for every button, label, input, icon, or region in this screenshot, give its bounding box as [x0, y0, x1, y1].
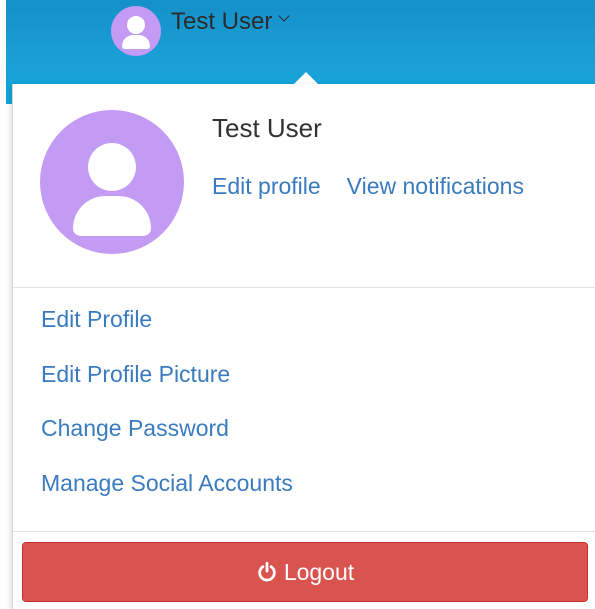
change-password-link[interactable]: Change Password — [41, 415, 229, 441]
profile-summary: Test User Edit profile View notification… — [13, 84, 595, 288]
user-dropdown-menu: Test User Edit profile View notification… — [12, 84, 595, 609]
user-menu-toggle[interactable]: Test User — [111, 6, 291, 56]
profile-name: Test User — [212, 113, 322, 143]
logout-button[interactable]: Logout — [22, 542, 588, 602]
view-notifications-link[interactable]: View notifications — [347, 173, 524, 200]
menu-item-edit-profile-picture: Edit Profile Picture — [13, 359, 595, 414]
edit-profile-link[interactable]: Edit profile — [212, 173, 321, 200]
menu-divider — [13, 531, 595, 532]
edit-profile-menu-link[interactable]: Edit Profile — [41, 306, 152, 332]
chevron-down-icon — [278, 10, 291, 22]
menu-item-edit-profile: Edit Profile — [13, 304, 595, 359]
logout-label: Logout — [283, 558, 355, 585]
dropdown-caret — [294, 72, 318, 84]
power-icon — [258, 561, 276, 582]
profile-links: Edit profile View notifications — [212, 173, 524, 200]
edit-profile-picture-link[interactable]: Edit Profile Picture — [41, 361, 230, 387]
page: Test User Test User Edit profile View no… — [0, 0, 595, 609]
menu-item-change-password: Change Password — [13, 413, 595, 468]
account-menu: Edit Profile Edit Profile Picture Change… — [13, 304, 595, 522]
manage-social-accounts-link[interactable]: Manage Social Accounts — [41, 470, 293, 496]
user-icon — [111, 6, 161, 56]
header-user-name: Test User — [171, 8, 273, 35]
avatar — [40, 110, 184, 254]
menu-item-manage-social-accounts: Manage Social Accounts — [13, 468, 595, 523]
